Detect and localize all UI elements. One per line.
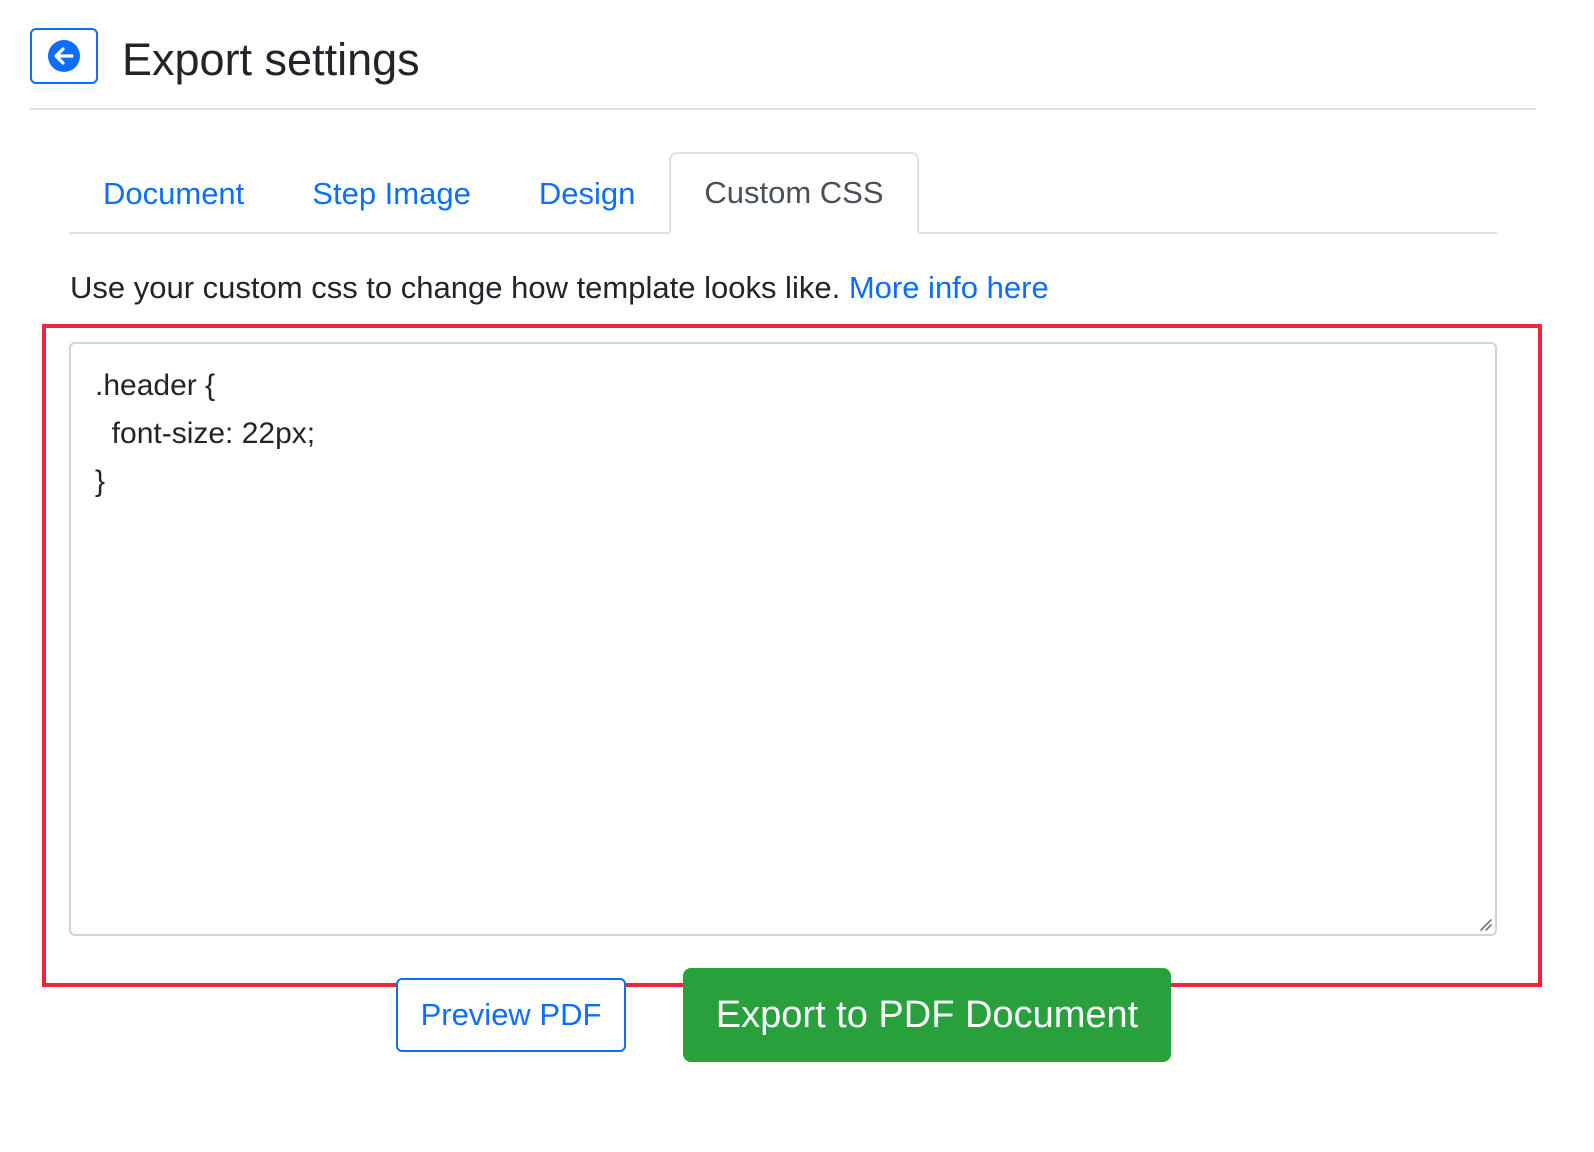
- export-pdf-button[interactable]: Export to PDF Document: [683, 968, 1171, 1062]
- back-button[interactable]: [30, 28, 98, 84]
- settings-tabs: Document Step Image Design Custom CSS: [69, 150, 1497, 234]
- page-title: Export settings: [122, 34, 420, 85]
- tab-design[interactable]: Design: [505, 154, 670, 234]
- description-text: Use your custom css to change how templa…: [70, 270, 841, 305]
- custom-css-description: Use your custom css to change how templa…: [70, 268, 1049, 308]
- tab-document[interactable]: Document: [69, 154, 278, 234]
- resize-handle-icon[interactable]: [1475, 914, 1493, 932]
- more-info-link[interactable]: More info here: [849, 270, 1049, 305]
- preview-pdf-button[interactable]: Preview PDF: [396, 978, 626, 1052]
- custom-css-content: .header { font-size: 22px; }: [95, 369, 316, 498]
- tab-custom-css[interactable]: Custom CSS: [669, 152, 919, 234]
- page-header: Export settings: [30, 28, 1536, 110]
- tab-step-image[interactable]: Step Image: [278, 154, 505, 234]
- custom-css-textarea[interactable]: .header { font-size: 22px; }: [69, 342, 1497, 936]
- arrow-left-circle-icon: [46, 38, 82, 74]
